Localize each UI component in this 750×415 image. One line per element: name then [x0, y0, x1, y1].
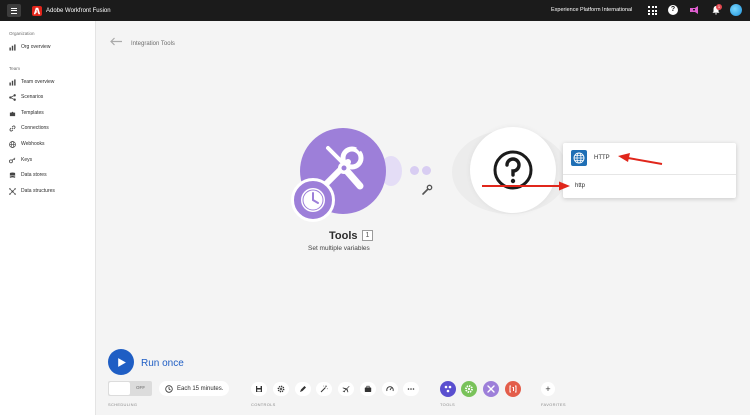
help-icon[interactable]: ? — [668, 5, 678, 15]
app-search-input[interactable]: http — [575, 183, 585, 189]
briefcase-icon — [364, 385, 372, 392]
sidebar-item-connections[interactable]: Connections — [9, 123, 49, 133]
avatar[interactable] — [730, 4, 742, 16]
question-icon — [493, 150, 533, 190]
tool-flow-control[interactable] — [440, 381, 456, 397]
chart-icon — [9, 78, 16, 86]
sidebar-item-keys[interactable]: Keys — [9, 155, 32, 165]
notes-button[interactable] — [295, 382, 311, 396]
database-icon — [9, 171, 16, 178]
link-icon — [9, 125, 16, 131]
sidebar-item-data-structures[interactable]: Data structures — [9, 186, 55, 196]
run-once-label[interactable]: Run once — [141, 358, 184, 369]
schedule-label: Each 15 minutes. — [177, 385, 224, 392]
gear-icon — [277, 385, 285, 393]
sidebar: Organization Org overview Team Team over… — [0, 21, 96, 415]
gear-icon — [465, 385, 473, 393]
sidebar-item-label: Templates — [21, 110, 44, 116]
more-icon — [407, 388, 415, 390]
globe-icon — [9, 140, 16, 148]
sidebar-heading-organization: Organization — [9, 31, 35, 36]
scheduling-toggle[interactable]: OFF — [108, 381, 152, 396]
sidebar-item-scenarios[interactable]: Scenarios — [9, 92, 43, 102]
apps-grid-icon[interactable] — [648, 5, 658, 15]
menu-icon[interactable] — [7, 4, 21, 17]
more-button[interactable] — [403, 382, 419, 396]
toggle-state: OFF — [136, 385, 145, 390]
module-count-badge: 1 — [362, 230, 373, 241]
module-subtitle: Set multiple variables — [308, 245, 370, 252]
run-once-button[interactable] — [108, 349, 134, 375]
save-button[interactable] — [251, 382, 267, 396]
app-picker: HTTP http — [563, 143, 736, 198]
adobe-logo-icon[interactable] — [32, 5, 42, 16]
app-result-label: HTTP — [594, 154, 610, 161]
connector-dot[interactable] — [410, 166, 419, 175]
sidebar-item-team-overview[interactable]: Team overview — [9, 77, 54, 87]
sidebar-item-label: Scenarios — [21, 94, 44, 100]
notes-icon — [300, 386, 306, 392]
history-button[interactable] — [382, 382, 398, 396]
settings-button[interactable] — [273, 382, 289, 396]
divider — [563, 174, 736, 175]
tools-icon — [487, 385, 495, 393]
sidebar-item-templates[interactable]: Templates — [9, 108, 44, 118]
section-label-scheduling: SCHEDULING — [108, 402, 138, 407]
tool-text-parser[interactable] — [505, 381, 521, 397]
airplane-icon — [342, 386, 350, 393]
section-label-controls: CONTROLS — [251, 402, 276, 407]
connector-dot[interactable] — [422, 166, 431, 175]
notification-badge: 1 — [716, 4, 722, 10]
sidebar-item-label: Org overview — [21, 44, 51, 50]
sidebar-item-label: Team overview — [21, 79, 55, 85]
sidebar-item-webhooks[interactable]: Webhooks — [9, 139, 45, 149]
flow-button[interactable] — [338, 382, 354, 396]
breadcrumb: Integration Tools — [131, 41, 175, 47]
puzzle-icon — [9, 111, 16, 116]
sidebar-item-label: Data stores — [21, 172, 47, 178]
add-favorite-button[interactable]: + — [541, 382, 555, 396]
clock-icon — [165, 384, 173, 393]
top-bar: Adobe Workfront Fusion — [0, 0, 750, 21]
announcements-icon[interactable] — [689, 5, 699, 15]
tool-settings[interactable] — [461, 381, 477, 397]
gauge-icon — [386, 386, 394, 392]
empty-module[interactable] — [470, 127, 556, 213]
tool-tools[interactable] — [483, 381, 499, 397]
sidebar-item-label: Data structures — [21, 188, 55, 194]
schedule-setting[interactable]: Each 15 minutes. — [159, 381, 230, 396]
app-title[interactable]: Adobe Workfront Fusion — [46, 8, 111, 14]
wrench-icon[interactable] — [421, 184, 433, 196]
play-icon — [117, 357, 126, 367]
back-arrow-icon[interactable] — [109, 37, 123, 46]
key-icon — [9, 157, 16, 163]
auto-align-button[interactable] — [316, 382, 332, 396]
org-switcher[interactable]: Experience Platform International — [551, 7, 632, 13]
module-title: Tools — [329, 230, 358, 242]
section-label-tools: TOOLS — [440, 402, 455, 407]
sidebar-item-label: Connections — [21, 125, 49, 131]
chart-icon — [9, 43, 16, 51]
magic-wand-icon — [320, 385, 328, 393]
text-parser-icon — [509, 385, 517, 393]
sidebar-item-data-stores[interactable]: Data stores — [9, 170, 47, 180]
schedule-clock[interactable] — [291, 178, 335, 222]
flow-control-icon — [444, 385, 452, 393]
section-label-favorites: FAVORITES — [541, 402, 566, 407]
toggle-knob — [109, 382, 130, 395]
http-globe-icon — [571, 149, 587, 166]
sidebar-item-org-overview[interactable]: Org overview — [9, 42, 50, 52]
app-result-http[interactable]: HTTP — [571, 149, 610, 166]
save-icon — [256, 386, 262, 392]
sidebar-item-label: Keys — [21, 157, 33, 163]
clock-icon — [301, 188, 325, 212]
export-button[interactable] — [360, 382, 376, 396]
sidebar-item-label: Webhooks — [21, 141, 45, 147]
structure-icon — [9, 187, 16, 195]
sidebar-heading-team: Team — [9, 66, 21, 71]
share-icon — [9, 93, 16, 101]
